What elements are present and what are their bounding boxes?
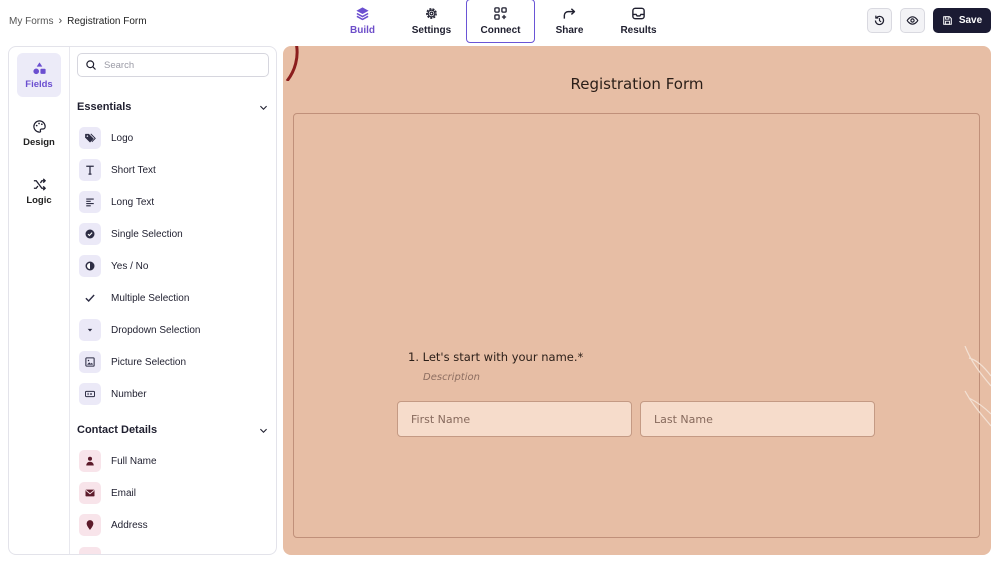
chevron-down-icon bbox=[260, 428, 267, 433]
save-label: Save bbox=[958, 15, 983, 26]
main-nav: Build Settings Connect Share Results bbox=[328, 0, 673, 43]
history-icon bbox=[874, 15, 885, 26]
history-button[interactable] bbox=[867, 8, 892, 33]
grid-plus-icon bbox=[494, 7, 507, 20]
first-name-input[interactable] bbox=[397, 401, 632, 437]
half-circle-icon bbox=[85, 261, 95, 271]
breadcrumb: My Forms › Registration Form bbox=[9, 15, 147, 27]
section-essentials-title: Essentials bbox=[77, 101, 132, 113]
section-essentials[interactable]: Essentials bbox=[77, 99, 269, 115]
question-label: 1. Let's start with your name.* bbox=[408, 350, 584, 364]
left-panel: Fields Design Logic Essentials Logo Shor… bbox=[8, 46, 277, 555]
field-picture-selection[interactable]: Picture Selection bbox=[79, 351, 186, 373]
field-partial-icon bbox=[79, 547, 101, 554]
tab-connect[interactable]: Connect bbox=[466, 0, 535, 43]
field-multiple-selection[interactable]: Multiple Selection bbox=[79, 287, 189, 309]
dropdown-icon bbox=[87, 328, 93, 332]
tab-build-label: Build bbox=[350, 25, 375, 36]
tab-share[interactable]: Share bbox=[535, 0, 604, 42]
leaf-decoration bbox=[964, 346, 991, 427]
field-address-label: Address bbox=[111, 519, 148, 531]
field-single-selection[interactable]: Single Selection bbox=[79, 223, 183, 245]
side-rail: Fields Design Logic bbox=[9, 47, 70, 554]
search-box[interactable] bbox=[77, 53, 269, 77]
field-logo-label: Logo bbox=[111, 132, 134, 144]
field-dropdown-selection[interactable]: Dropdown Selection bbox=[79, 319, 201, 341]
search-icon bbox=[86, 60, 96, 70]
tab-build[interactable]: Build bbox=[328, 0, 397, 42]
field-logo[interactable]: Logo bbox=[79, 127, 133, 149]
field-short-text-label: Short Text bbox=[111, 164, 156, 176]
rail-logic-label: Logic bbox=[26, 194, 52, 206]
mail-icon bbox=[85, 489, 95, 497]
field-single-selection-label: Single Selection bbox=[111, 228, 183, 240]
top-actions: Save bbox=[867, 8, 991, 33]
breadcrumb-separator: › bbox=[58, 15, 63, 27]
shuffle-icon bbox=[33, 177, 46, 191]
save-icon bbox=[943, 16, 952, 25]
tab-results[interactable]: Results bbox=[604, 0, 673, 42]
rail-fields[interactable]: Fields bbox=[17, 53, 61, 97]
field-picture-selection-label: Picture Selection bbox=[111, 356, 187, 368]
rail-logic[interactable]: Logic bbox=[17, 169, 61, 213]
form-question-card[interactable]: 1. Let's start with your name.* Descript… bbox=[293, 113, 980, 538]
tab-share-label: Share bbox=[555, 25, 584, 36]
field-email[interactable]: Email bbox=[79, 482, 136, 504]
field-yes-no-label: Yes / No bbox=[111, 260, 149, 272]
search-input[interactable] bbox=[104, 59, 254, 71]
shapes-icon bbox=[32, 61, 46, 74]
field-long-text-label: Long Text bbox=[111, 196, 155, 208]
layers-icon bbox=[356, 7, 369, 21]
inbox-icon bbox=[632, 7, 645, 20]
field-number-label: Number bbox=[111, 388, 147, 400]
form-canvas: Registration Form 1. Let's start with yo… bbox=[283, 46, 991, 555]
person-icon bbox=[86, 456, 94, 466]
top-bar: My Forms › Registration Form Build Setti… bbox=[0, 0, 1000, 43]
rail-design-label: Design bbox=[23, 136, 55, 148]
field-email-label: Email bbox=[111, 487, 137, 499]
share-arrow-icon bbox=[563, 8, 576, 19]
checkmark-icon bbox=[85, 294, 95, 303]
breadcrumb-root[interactable]: My Forms bbox=[9, 16, 53, 27]
number-icon bbox=[85, 390, 95, 398]
last-name-input[interactable] bbox=[640, 401, 875, 437]
form-title: Registration Form bbox=[570, 75, 704, 93]
text-t-icon bbox=[86, 165, 94, 175]
eye-icon bbox=[906, 16, 919, 25]
gear-icon bbox=[426, 8, 437, 19]
section-contact-title: Contact Details bbox=[77, 424, 158, 436]
check-circle-icon bbox=[85, 229, 95, 239]
question-description[interactable]: Description bbox=[423, 372, 480, 383]
breadcrumb-current: Registration Form bbox=[67, 15, 147, 27]
field-full-name[interactable]: Full Name bbox=[79, 450, 157, 472]
field-multiple-selection-label: Multiple Selection bbox=[111, 292, 190, 304]
tab-connect-label: Connect bbox=[480, 25, 521, 36]
preview-button[interactable] bbox=[900, 8, 925, 33]
align-left-icon bbox=[86, 198, 94, 207]
save-button[interactable]: Save bbox=[933, 8, 991, 33]
rail-design[interactable]: Design bbox=[17, 111, 61, 155]
location-pin-icon bbox=[86, 520, 94, 530]
tab-settings[interactable]: Settings bbox=[397, 0, 466, 42]
field-short-text[interactable]: Short Text bbox=[79, 159, 156, 181]
picture-icon bbox=[85, 357, 95, 367]
field-dropdown-selection-label: Dropdown Selection bbox=[111, 324, 201, 336]
field-number[interactable]: Number bbox=[79, 383, 147, 405]
field-address[interactable]: Address bbox=[79, 514, 148, 536]
tab-results-label: Results bbox=[620, 25, 657, 36]
tag-icon bbox=[85, 133, 96, 143]
tab-settings-label: Settings bbox=[411, 25, 452, 36]
field-full-name-label: Full Name bbox=[111, 455, 157, 467]
section-contact-details[interactable]: Contact Details bbox=[77, 422, 269, 438]
chevron-down-icon bbox=[260, 105, 267, 110]
field-yes-no[interactable]: Yes / No bbox=[79, 255, 148, 277]
rail-fields-label: Fields bbox=[25, 78, 53, 90]
fields-panel: Essentials Logo Short Text Long Text Sin… bbox=[71, 47, 276, 554]
field-long-text[interactable]: Long Text bbox=[79, 191, 154, 213]
palette-icon bbox=[32, 119, 46, 133]
